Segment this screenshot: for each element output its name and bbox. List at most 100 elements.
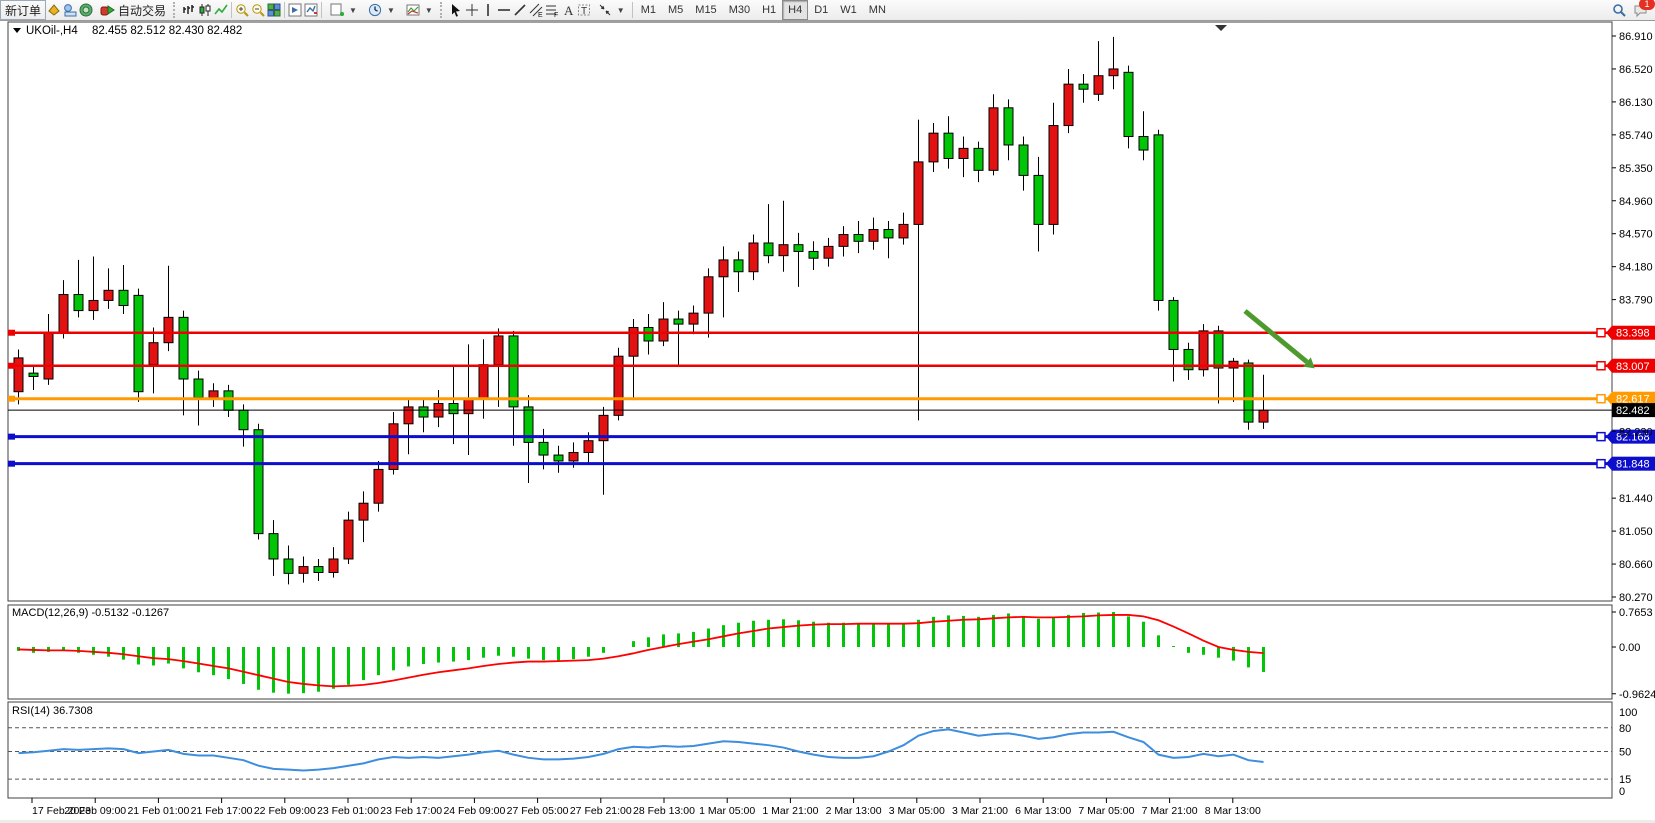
candle-body (149, 343, 158, 365)
line-left-anchor[interactable] (8, 330, 15, 336)
time-tick-label: 7 Mar 21:00 (1142, 805, 1198, 817)
candle-body (554, 455, 563, 461)
line-right-anchor[interactable] (1597, 362, 1605, 370)
indicator-window-add-icon[interactable] (287, 2, 303, 18)
indicator-window-remove-icon[interactable] (303, 2, 319, 18)
timeframe-button-mn[interactable]: MN (863, 0, 892, 20)
vertical-line-tool-icon[interactable] (480, 2, 496, 18)
timeframe-button-m1[interactable]: M1 (635, 0, 662, 20)
chevron-down-icon: ▼ (617, 6, 625, 15)
candle-body (929, 133, 938, 162)
candle-body (134, 295, 143, 391)
toolbar-grip[interactable] (173, 2, 179, 18)
cursor-icon[interactable] (448, 2, 464, 18)
zoom-out-icon[interactable] (250, 2, 266, 18)
horizontal-line-tool-icon[interactable] (496, 2, 512, 18)
candle-body (74, 295, 83, 311)
candle-body (989, 108, 998, 171)
price-axis[interactable]: 86.91086.52086.13085.74085.35084.96084.5… (1612, 31, 1653, 604)
line-chart-icon[interactable] (213, 2, 229, 18)
timeframe-button-m5[interactable]: M5 (662, 0, 689, 20)
price-tick-label: 86.130 (1619, 97, 1653, 109)
candle-body (1154, 135, 1163, 301)
trendline-tool-icon[interactable] (512, 2, 528, 18)
time-tick-label: 21 Feb 17:00 (191, 805, 253, 817)
candle-body (404, 407, 413, 424)
toolbar-separator (231, 2, 232, 18)
candle-body (104, 290, 113, 300)
rsi-tick-label: 0 (1619, 786, 1625, 798)
price-tick-label: 81.440 (1619, 493, 1653, 505)
macd-tick-label: -0.9624 (1619, 689, 1655, 701)
candle-body (419, 407, 428, 417)
candle-body (179, 317, 188, 379)
market-watch-icon[interactable] (46, 2, 62, 18)
candle-body (764, 243, 773, 256)
new-order-button[interactable]: 新订单 (0, 0, 46, 20)
timeframe-button-d1[interactable]: D1 (808, 0, 834, 20)
line-left-anchor[interactable] (8, 461, 15, 467)
timeframe-toolbar: M1M5M15M30H1H4D1W1MN (635, 0, 892, 20)
candle-body (209, 391, 218, 398)
time-tick-label: 3 Mar 05:00 (889, 805, 945, 817)
toolbar-separator (321, 2, 322, 18)
timeframe-button-m15[interactable]: M15 (689, 0, 722, 20)
candle-body (194, 379, 203, 398)
timeframe-button-m30[interactable]: M30 (723, 0, 756, 20)
toolbar-separator (632, 2, 633, 18)
candle-body (1109, 69, 1118, 76)
timeframe-button-w1[interactable]: W1 (834, 0, 863, 20)
price-tick-label: 85.740 (1619, 130, 1653, 142)
notifications-button[interactable]: 1 (1633, 2, 1649, 18)
new-chart-button[interactable]: ▼ (324, 0, 362, 20)
line-left-anchor[interactable] (8, 396, 15, 402)
channel-tool-icon[interactable]: E (528, 2, 544, 18)
zoom-in-icon[interactable] (234, 2, 250, 18)
price-tick-label: 83.790 (1619, 295, 1653, 307)
text-tool-icon[interactable]: A (560, 2, 576, 18)
line-left-anchor[interactable] (8, 434, 15, 440)
auto-trading-icon (99, 2, 115, 18)
navigator-icon[interactable] (78, 2, 94, 18)
macd-label: MACD(12,26,9) -0.5132 -0.1267 (12, 607, 169, 619)
line-right-anchor[interactable] (1597, 329, 1605, 337)
candle-body (359, 503, 368, 520)
line-right-anchor[interactable] (1597, 395, 1605, 403)
timeframe-button-h4[interactable]: H4 (782, 0, 808, 20)
rsi-tick-label: 15 (1619, 774, 1631, 786)
line-left-anchor[interactable] (8, 363, 15, 369)
bar-chart-icon[interactable] (181, 2, 197, 18)
timeframe-button-h1[interactable]: H1 (756, 0, 782, 20)
indicators-button[interactable]: ▼ (400, 0, 438, 20)
line-right-anchor[interactable] (1597, 460, 1605, 468)
time-tick-label: 3 Mar 21:00 (952, 805, 1008, 817)
crosshair-icon[interactable] (464, 2, 480, 18)
chart-canvas[interactable]: 83.39883.00782.61782.16881.84882.48286.9… (0, 0, 1655, 823)
candle-body (1019, 145, 1028, 175)
search-icon[interactable] (1611, 2, 1627, 18)
candle-body (1064, 84, 1073, 125)
candle-body (1049, 126, 1058, 225)
candle-body (1259, 410, 1268, 422)
data-window-icon[interactable] (62, 2, 78, 18)
candle-body (269, 534, 278, 559)
line-right-anchor[interactable] (1597, 433, 1605, 441)
shapes-button[interactable]: ▼ (592, 0, 630, 20)
profiles-button[interactable]: ▼ (362, 0, 400, 20)
candlestick-chart-icon[interactable] (197, 2, 213, 18)
time-tick-label: 21 Feb 01:00 (127, 805, 189, 817)
chevron-down-icon: ▼ (349, 6, 357, 15)
time-axis[interactable]: 17 Feb 202320 Feb 09:0021 Feb 01:0021 Fe… (32, 798, 1261, 817)
rsi-tick-label: 80 (1619, 723, 1631, 735)
candle-body (44, 333, 53, 379)
auto-trading-button[interactable]: 自动交易 (94, 0, 171, 20)
tile-windows-icon[interactable] (266, 2, 282, 18)
text-label-tool-icon[interactable]: T (576, 2, 592, 18)
candle-body (704, 277, 713, 313)
candle-body (884, 229, 893, 237)
toolbar-grip[interactable] (440, 2, 446, 18)
fibonacci-tool-icon[interactable]: F (544, 2, 560, 18)
main-price-pane (8, 22, 1612, 601)
new-order-label: 新订单 (5, 2, 41, 19)
time-tick-label: 6 Mar 13:00 (1015, 805, 1071, 817)
